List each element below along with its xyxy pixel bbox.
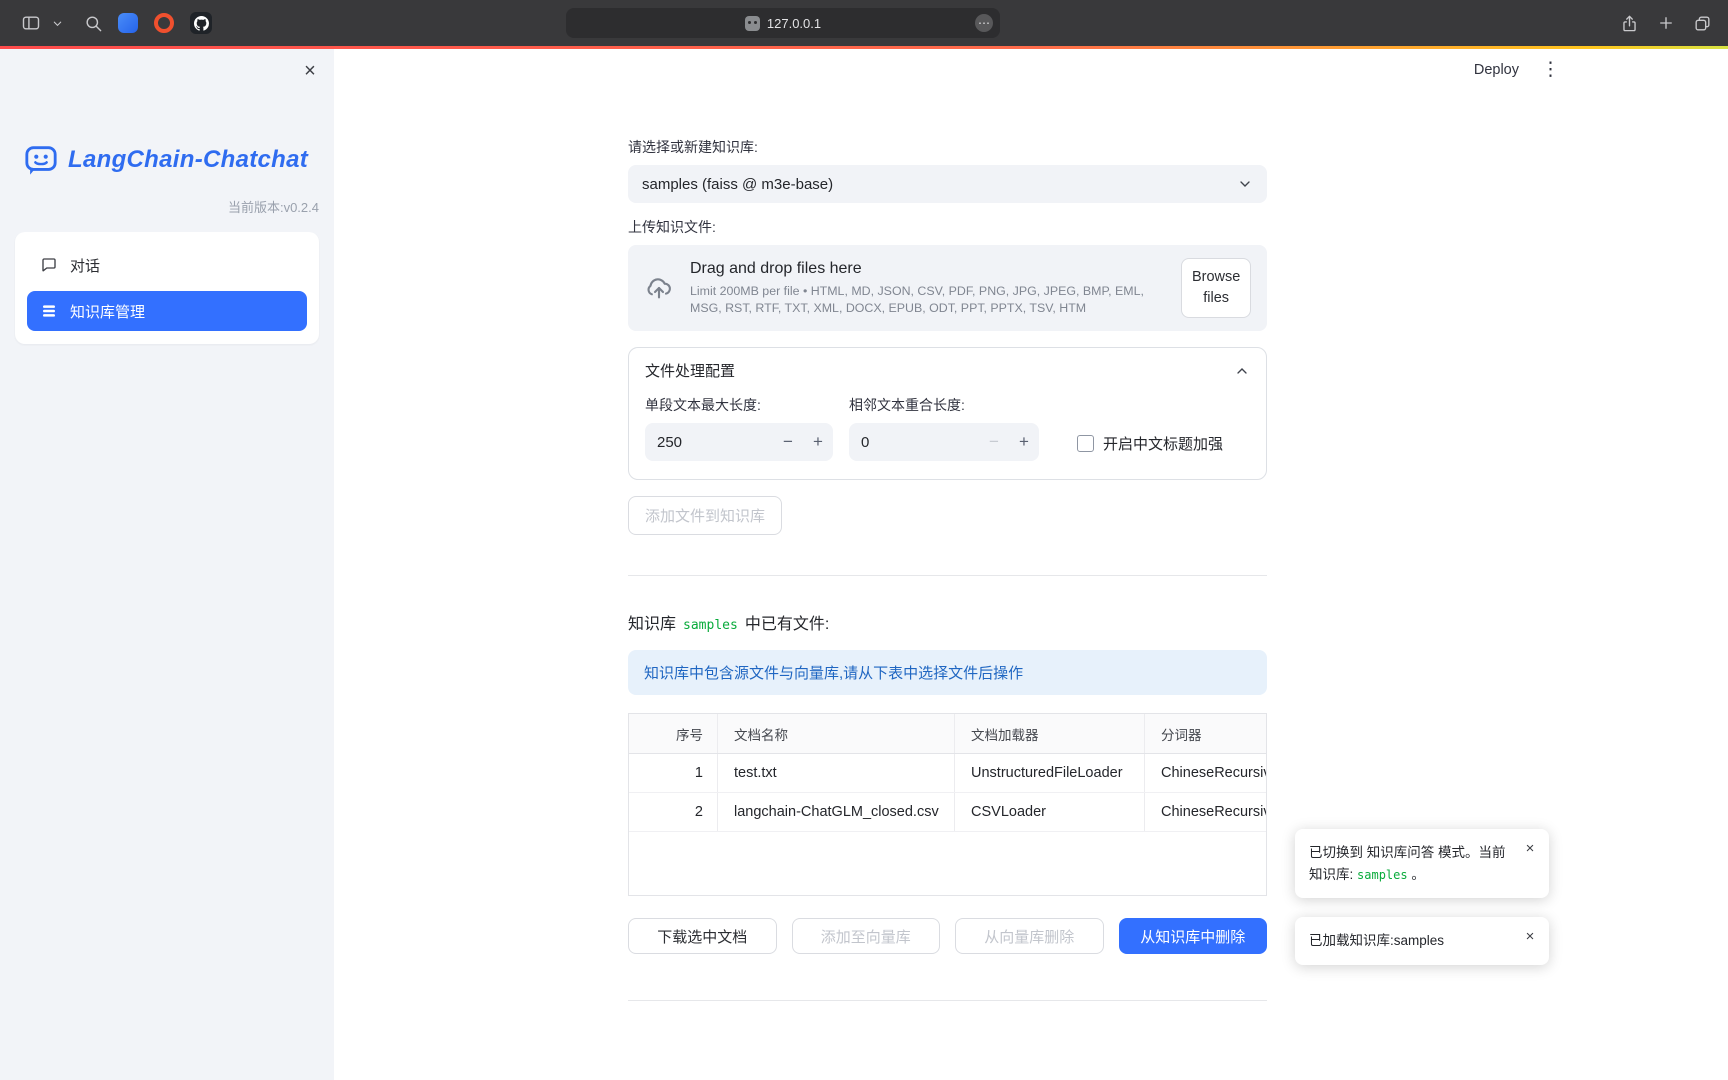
file-config-expander: 文件处理配置 单段文本最大长度: 250 − + [628, 347, 1267, 480]
overlap-value[interactable]: 0 [849, 434, 979, 451]
zh-title-checkbox[interactable]: 开启中文标题加强 [1077, 433, 1223, 454]
toast-text: 已切换到 知识库问答 模式。当前知识库: [1309, 845, 1506, 882]
column-header[interactable]: 文档加载器 [954, 714, 1144, 753]
heading-suffix: 中已有文件: [745, 610, 829, 634]
kb-files-heading: 知识库 samples 中已有文件: [628, 610, 1267, 634]
streamlit-decoration-bar [0, 46, 1728, 49]
info-alert: 知识库中包含源文件与向量库,请从下表中选择文件后操作 [628, 650, 1267, 695]
dropzone-limit-text: Limit 200MB per file • HTML, MD, JSON, C… [690, 283, 1165, 316]
files-table: 序号 文档名称 文档加载器 分词器 1 test.txt Unstructure… [628, 713, 1267, 896]
toast-close-icon[interactable]: × [1521, 840, 1539, 858]
nav-item-label: 对话 [70, 255, 100, 276]
share-icon[interactable] [1620, 13, 1639, 34]
chunk-size-input[interactable]: 250 − + [645, 423, 833, 461]
pinned-tab-blue-icon[interactable] [118, 13, 138, 33]
table-header-row: 序号 文档名称 文档加载器 分词器 [629, 714, 1266, 754]
toast-kb-code: samples [1357, 868, 1408, 882]
table-cell[interactable]: langchain-ChatGLM_closed.csv [717, 793, 954, 831]
heading-prefix: 知识库 [628, 610, 676, 634]
column-header[interactable]: 文档名称 [717, 714, 954, 753]
knowledge-base-icon [40, 302, 58, 320]
table-actions: 下载选中文档 添加至向量库 从向量库删除 从知识库中删除 [628, 918, 1267, 954]
sidebar-toggle-icon[interactable] [14, 8, 48, 38]
overlap-label: 相邻文本重合长度: [849, 395, 1039, 415]
sidebar-close-icon[interactable]: × [298, 59, 322, 83]
table-cell[interactable]: UnstructuredFileLoader [954, 754, 1144, 792]
kb-select-label: 请选择或新建知识库: [628, 137, 1267, 157]
chunk-minus-button[interactable]: − [773, 432, 803, 452]
dropzone-title: Drag and drop files here [690, 260, 1165, 278]
column-header[interactable]: 序号 [629, 714, 717, 753]
checkbox-label: 开启中文标题加强 [1103, 433, 1223, 454]
kebab-menu-icon[interactable]: ⋮ [1541, 60, 1560, 79]
browser-toolbar: 127.0.0.1 ⋯ [0, 0, 1728, 46]
browse-files-button[interactable]: Browse files [1181, 258, 1251, 318]
version-text: 当前版本:v0.2.4 [0, 197, 334, 216]
kb-name-code: samples [683, 618, 738, 633]
download-selected-button[interactable]: 下载选中文档 [628, 918, 777, 954]
add-to-kb-button[interactable]: 添加文件到知识库 [628, 496, 782, 535]
nav-item-kb-management[interactable]: 知识库管理 [27, 291, 307, 331]
logo-icon [24, 143, 58, 177]
table-cell[interactable]: 2 [629, 793, 717, 831]
page-menu-icon[interactable]: ⋯ [975, 14, 993, 32]
toast-kb-loaded: 已加载知识库:samples × [1295, 917, 1549, 965]
table-row: 2 langchain-ChatGLM_closed.csv CSVLoader… [629, 793, 1266, 832]
checkbox-icon [1077, 435, 1094, 452]
expander-header[interactable]: 文件处理配置 [629, 348, 1266, 391]
delete-from-vectorstore-button[interactable]: 从向量库删除 [955, 918, 1104, 954]
divider [628, 575, 1267, 576]
search-icon[interactable] [76, 8, 110, 38]
delete-from-kb-button[interactable]: 从知识库中删除 [1119, 918, 1268, 954]
url-bar[interactable]: 127.0.0.1 ⋯ [566, 8, 1000, 38]
table-row: 1 test.txt UnstructuredFileLoader Chines… [629, 754, 1266, 793]
chevron-down-icon[interactable] [48, 8, 66, 38]
sidebar: × LangChain-Chatchat 当前版本:v0.2.4 对话 [0, 49, 334, 1080]
app-logo: LangChain-Chatchat [24, 143, 334, 177]
toast-close-icon[interactable]: × [1521, 928, 1539, 946]
pinned-tab-orange-icon[interactable] [154, 13, 174, 33]
table-cell[interactable]: test.txt [717, 754, 954, 792]
kb-selected-value: samples (faiss @ m3e-base) [642, 176, 833, 193]
github-pinned-tab-icon[interactable] [190, 12, 212, 34]
divider [628, 1000, 1267, 1001]
chat-icon [40, 256, 58, 274]
upload-cloud-icon [644, 273, 674, 303]
column-header[interactable]: 分词器 [1144, 714, 1266, 753]
upload-label: 上传知识文件: [628, 217, 1267, 237]
nav-item-label: 知识库管理 [70, 301, 145, 322]
table-cell[interactable]: ChineseRecursiveT [1144, 754, 1266, 792]
overlap-input[interactable]: 0 − + [849, 423, 1039, 461]
url-text: 127.0.0.1 [767, 16, 821, 31]
toast-text: 已加载知识库:samples [1309, 933, 1444, 948]
chunk-size-value[interactable]: 250 [645, 434, 773, 451]
new-tab-icon[interactable] [1657, 14, 1675, 32]
deploy-button[interactable]: Deploy [1474, 62, 1519, 78]
overlap-minus-button[interactable]: − [979, 432, 1009, 452]
overlap-plus-button[interactable]: + [1009, 432, 1039, 452]
toast-text: 。 [1411, 867, 1425, 882]
table-cell[interactable]: 1 [629, 754, 717, 792]
expander-title: 文件处理配置 [645, 360, 735, 381]
chevron-up-icon [1234, 363, 1250, 379]
table-cell[interactable]: CSVLoader [954, 793, 1144, 831]
table-empty-area [629, 832, 1266, 895]
toast-mode-switched: 已切换到 知识库问答 模式。当前知识库: samples 。 × [1295, 829, 1549, 898]
chunk-size-label: 单段文本最大长度: [645, 395, 833, 415]
nav-menu: 对话 知识库管理 [15, 232, 319, 344]
add-to-vectorstore-button[interactable]: 添加至向量库 [792, 918, 941, 954]
chunk-plus-button[interactable]: + [803, 432, 833, 452]
site-favicon-icon [745, 16, 760, 31]
table-cell[interactable]: ChineseRecursiveT [1144, 793, 1266, 831]
tab-overview-icon[interactable] [1693, 14, 1712, 33]
logo-text: LangChain-Chatchat [68, 146, 308, 174]
chevron-down-icon [1237, 176, 1253, 192]
nav-item-dialogue[interactable]: 对话 [27, 245, 307, 285]
kb-selectbox[interactable]: samples (faiss @ m3e-base) [628, 165, 1267, 203]
file-dropzone[interactable]: Drag and drop files here Limit 200MB per… [628, 245, 1267, 331]
